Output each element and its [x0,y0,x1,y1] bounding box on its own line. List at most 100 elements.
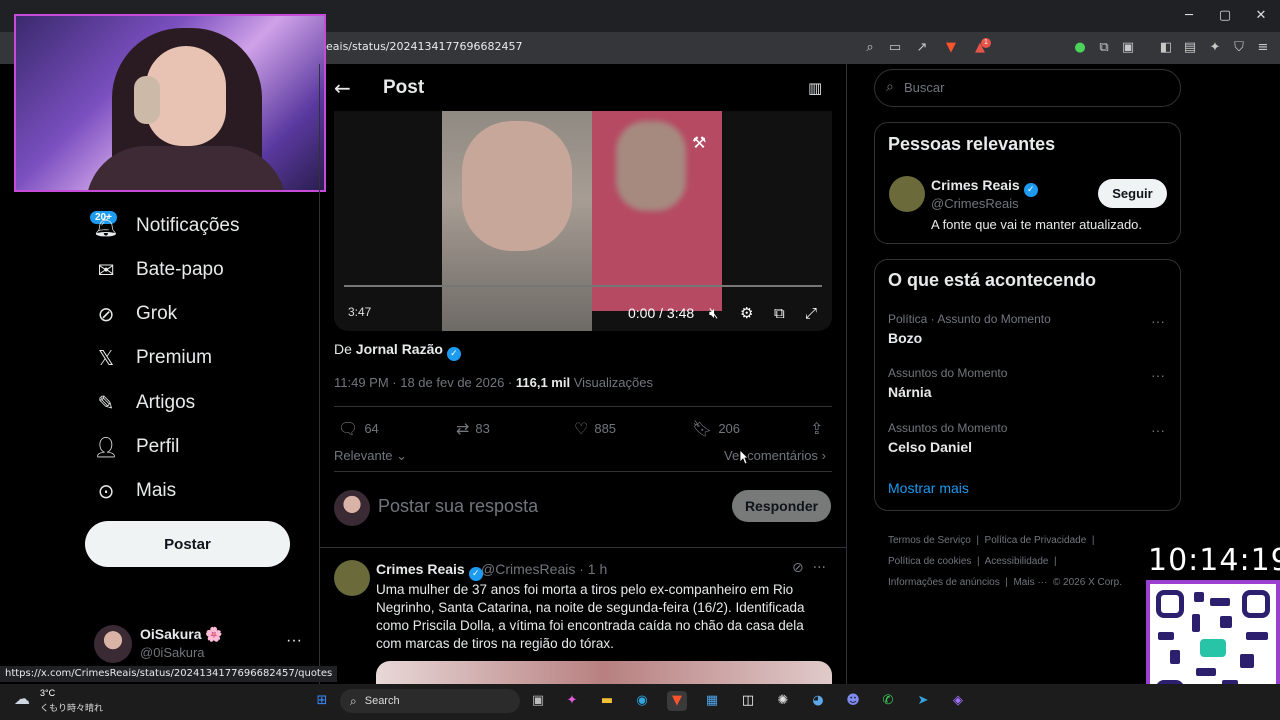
video-source: De Jornal Razão ✓ [334,341,461,361]
share-icon[interactable]: ↗ [914,40,930,56]
wallet-icon[interactable]: ▤ [1182,40,1198,56]
bookmark-icon: 🔖︎ [692,419,713,438]
nav-chat[interactable]: ✉ Bate-papo [92,253,224,287]
pip-icon[interactable]: ⧉ [774,304,785,322]
fullscreen-icon[interactable]: ⤢ [805,304,817,322]
person-bio: A fonte que vai te manter atualizado. [931,217,1143,232]
settings-gear-icon[interactable]: ⚙ [740,304,753,322]
trend-item[interactable]: Celso Daniel [888,439,972,455]
footer-link[interactable]: Acessibilidade [985,556,1049,567]
leo-ai-icon[interactable]: ✦ [1207,40,1223,56]
footer-link[interactable]: Mais ··· [1013,577,1047,588]
account-more-icon[interactable]: ··· [286,632,302,650]
copyright: © 2026 X Corp. [1052,577,1122,588]
tab-manager-icon[interactable]: ▣ [1120,40,1136,56]
verified-badge-icon: ✓ [446,347,461,361]
sidebar-icon[interactable]: ◧ [1158,40,1174,56]
bookmark-action[interactable]: 🔖︎ 206 [692,419,740,438]
nav-notifications[interactable]: 🔔︎ Notificações [92,209,239,243]
sort-dropdown[interactable]: Relevante ⌄ [334,448,407,464]
account-name: OiSakura 🌸 [140,626,223,642]
more-icon[interactable]: ··· [1151,313,1165,329]
capcut-icon[interactable]: ◫ [738,691,758,711]
source-prefix: De [334,341,356,357]
upload-share-icon: ⇪ [810,419,824,438]
obs-icon[interactable]: ◈ [948,691,968,711]
source-name[interactable]: Jornal Razão [356,341,443,357]
chevron-right-icon: › [821,448,826,463]
search-placeholder: Buscar [904,80,945,95]
discord-icon[interactable]: ☻ [843,691,863,711]
weather-cloud-icon[interactable]: ☁ [14,689,30,708]
person-name-label: Crimes Reais [931,177,1020,193]
comment-icon: 🗨︎ [338,419,359,438]
weather-description[interactable]: くもり時々晴れ [40,701,103,714]
reader-mode-icon[interactable]: ▥ [808,79,822,97]
follow-button[interactable]: Seguir [1098,179,1167,208]
reply-button[interactable]: Responder [732,490,831,522]
telegram-icon[interactable]: ➤ [913,691,933,711]
cast-icon[interactable]: ▭ [887,40,903,56]
share-action[interactable]: ⇪ [810,419,823,438]
whatsapp-icon[interactable]: ✆ [878,691,898,711]
back-arrow-icon[interactable]: ← [334,76,351,100]
nav-grok[interactable]: ⊘ Grok [92,297,178,331]
extensions-icon[interactable]: ⧉ [1096,40,1112,56]
windows-start-icon[interactable]: ⊞ [312,691,332,711]
more-icon[interactable]: ··· [1151,367,1165,383]
repost-action[interactable]: ⇄ 83 [456,419,490,438]
avatar[interactable] [889,176,925,212]
mute-icon[interactable]: 🔇︎ [709,304,718,322]
brave-shield-icon[interactable]: ▼ [943,40,959,56]
post-timestamp[interactable]: 11:49 PM · 18 de fev de 2026 · [334,375,516,390]
show-more-link[interactable]: Mostrar mais [888,480,969,496]
tweet-author-name[interactable]: Crimes Reais ✓ [376,561,483,581]
post-button[interactable]: Postar [85,521,290,567]
like-action[interactable]: ♡ 885 [574,419,616,438]
tweet-author-avatar[interactable] [334,560,370,596]
divider [334,471,832,472]
url-text[interactable]: eais/status/2024134177696682457 [326,40,522,53]
brave-icon[interactable]: ▼ [667,691,687,711]
magic-wand-icon[interactable]: ⚒ [692,133,706,152]
copilot-icon[interactable]: ✦ [562,691,582,711]
nav-label: Bate-papo [136,259,224,280]
edge-icon[interactable]: ◉ [632,691,652,711]
close-icon[interactable]: ✕ [1246,6,1276,26]
vpn-icon[interactable]: ⛉ [1231,40,1247,56]
menu-icon[interactable]: ≡ [1255,40,1271,56]
panel-title: O que está acontecendo [888,270,1097,290]
rewards-badge: 1 [981,38,991,48]
footer-link[interactable]: Política de cookies [888,556,971,567]
more-icon[interactable]: ··· [1151,422,1165,438]
more-icon[interactable]: ··· [813,560,826,576]
avatar[interactable] [94,625,132,663]
grok-icon[interactable]: ⊘ [792,560,804,576]
file-explorer-icon[interactable]: ▬ [597,691,617,711]
footer-link[interactable]: Política de Privacidade [985,535,1087,546]
steam-icon[interactable]: ◕ [808,691,828,711]
footer-link[interactable]: Termos de Serviço [888,535,971,546]
maximize-icon[interactable]: ▢ [1210,6,1240,26]
minimize-icon[interactable]: ─ [1174,6,1204,26]
nav-premium[interactable]: 𝕏 Premium [92,341,212,375]
chatgpt-icon[interactable]: ✺ [773,691,793,711]
nav-profile[interactable]: 👤︎ Perfil [92,430,179,464]
weather-temperature[interactable]: 3°C [40,688,55,698]
zoom-icon[interactable]: ⌕ [862,40,878,56]
nav-articles[interactable]: ✎ Artigos [92,386,196,420]
trend-item[interactable]: Nárnia [888,384,932,400]
taskbar-search[interactable]: ⌕ Search [340,689,520,713]
video-player[interactable] [334,111,832,331]
video-person-left [462,121,572,251]
footer-link[interactable]: Informações de anúncios [888,577,1000,588]
video-progress-bar[interactable] [344,285,822,287]
person-name[interactable]: Crimes Reais ✓ [931,177,1038,197]
task-view-icon[interactable]: ▣ [528,691,548,711]
nav-more[interactable]: ⊙ Mais [92,474,177,508]
reply-input[interactable]: Postar sua resposta [378,496,538,517]
extension-green-icon[interactable]: ● [1072,40,1088,56]
store-icon[interactable]: ▦ [702,691,722,711]
trend-item[interactable]: Bozo [888,330,922,346]
reply-action[interactable]: 🗨︎ 64 [338,419,379,438]
